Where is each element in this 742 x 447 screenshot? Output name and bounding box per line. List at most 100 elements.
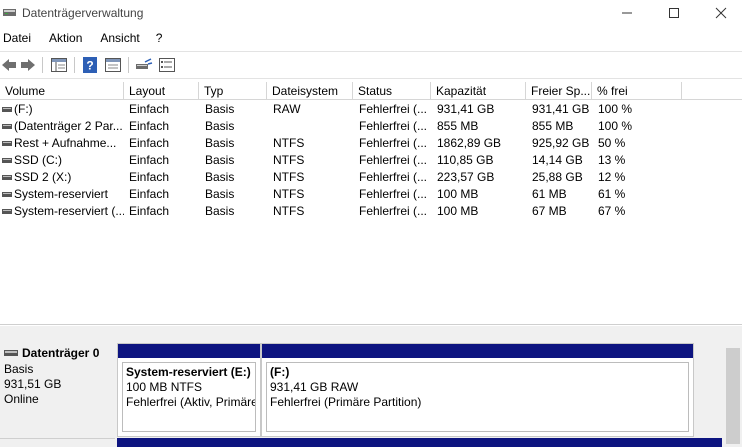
- kapazitaet-cell: 110,85 GB: [437, 153, 494, 167]
- scrollbar-thumb[interactable]: [726, 348, 740, 444]
- help-button[interactable]: ?: [81, 56, 99, 74]
- layout-cell: Einfach: [129, 204, 170, 218]
- column-header-kapazitaet[interactable]: Kapazität: [431, 82, 526, 100]
- maximize-icon: [669, 8, 679, 18]
- prozent-frei-cell: 13 %: [598, 153, 626, 167]
- close-button[interactable]: [698, 0, 742, 26]
- volume-icon: [2, 141, 12, 146]
- column-header-dateisystem[interactable]: Dateisystem: [267, 82, 353, 100]
- status-cell: Fehlerfrei (...: [359, 102, 428, 116]
- column-header-layout[interactable]: Layout: [124, 82, 199, 100]
- column-header-empty: [682, 82, 742, 100]
- table-row[interactable]: Rest + Aufnahme... Einfach Basis NTFS Fehler…: [0, 135, 742, 152]
- menu-datei[interactable]: Datei: [0, 29, 38, 49]
- layout-cell: Einfach: [129, 170, 170, 184]
- console-tree-button[interactable]: [50, 56, 68, 74]
- prozent-frei-cell: 50 %: [598, 136, 626, 150]
- kapazitaet-cell: 223,57 GB: [437, 170, 495, 184]
- dateisystem-cell: NTFS: [273, 136, 305, 150]
- kapazitaet-cell: 931,41 GB: [437, 102, 495, 116]
- disk-0-info[interactable]: Datenträger 0 Basis 931,51 GB Online: [0, 336, 115, 439]
- status-cell: Fehlerfrei (...: [359, 136, 428, 150]
- layout-cell: Einfach: [129, 102, 170, 116]
- column-header-prozent-frei[interactable]: % frei: [592, 82, 682, 100]
- volume-cell: SSD 2 (X:): [14, 170, 72, 184]
- kapazitaet-cell: 100 MB: [437, 204, 479, 218]
- layout-cell: Einfach: [129, 119, 170, 133]
- properties-button[interactable]: [104, 56, 122, 74]
- layout-cell: Einfach: [129, 153, 170, 167]
- menu-aktion[interactable]: Aktion: [46, 29, 89, 49]
- freier-speicher-cell: 67 MB: [532, 204, 567, 218]
- dateisystem-cell: RAW: [273, 102, 301, 116]
- disk-0-name: Datenträger 0: [22, 346, 100, 360]
- disk-graphical-view: Datenträger 0 Basis 931,51 GB Online Sys…: [0, 326, 742, 447]
- volume-icon: [2, 107, 12, 112]
- disk-1-partition-bar[interactable]: [117, 438, 722, 447]
- partition-system-reserviert[interactable]: System-reserviert (E:) 100 MB NTFS Fehle…: [117, 343, 261, 437]
- partition-size-fs: 931,41 GB RAW: [270, 380, 359, 394]
- dateisystem-cell: [273, 118, 353, 135]
- table-row[interactable]: (F:) Einfach Basis RAW Fehlerfrei (... 931,41…: [0, 101, 742, 118]
- kapazitaet-cell: 855 MB: [437, 119, 479, 133]
- prozent-frei-cell: 12 %: [598, 170, 626, 184]
- list-view-button[interactable]: [158, 56, 176, 74]
- title-bar: Datenträgerverwaltung: [0, 0, 742, 28]
- minimize-button[interactable]: [604, 0, 650, 26]
- kapazitaet-cell: 100 MB: [437, 187, 479, 201]
- column-header-typ[interactable]: Typ: [199, 82, 267, 100]
- disk-0-state: Online: [4, 392, 39, 406]
- disk-view-scrollbar[interactable]: [724, 326, 742, 447]
- dateisystem-cell: NTFS: [273, 153, 305, 167]
- status-cell: Fehlerfrei (...: [359, 170, 428, 184]
- table-row[interactable]: System-reserviert (... Einfach Basis NTFS Fe…: [0, 203, 742, 220]
- toolbar-separator: [42, 57, 43, 73]
- maximize-button[interactable]: [651, 0, 697, 26]
- disk-icon: [4, 350, 18, 356]
- back-icon: [2, 59, 16, 71]
- menu-help[interactable]: ?: [153, 29, 170, 49]
- console-tree-icon: [51, 58, 67, 72]
- table-row[interactable]: SSD (C:) Einfach Basis NTFS Fehlerfrei (... 1…: [0, 152, 742, 169]
- window-title: Datenträgerverwaltung: [22, 6, 144, 20]
- volume-cell: SSD (C:): [14, 153, 62, 167]
- column-header-freier-speicher[interactable]: Freier Sp...: [526, 82, 592, 100]
- prozent-frei-cell: 67 %: [598, 204, 626, 218]
- forward-button[interactable]: [19, 56, 37, 74]
- toolbar-separator: [128, 57, 129, 73]
- menu-ansicht[interactable]: Ansicht: [97, 29, 146, 49]
- volume-cell: System-reserviert: [14, 187, 109, 201]
- menu-bar: Datei Aktion Ansicht ?: [0, 29, 742, 49]
- disk-0-size: 931,51 GB: [4, 377, 62, 391]
- freier-speicher-cell: 61 MB: [532, 187, 567, 201]
- rescan-icon: [136, 58, 153, 69]
- dateisystem-cell: NTFS: [273, 204, 305, 218]
- partition-f[interactable]: (F:) 931,41 GB RAW Fehlerfrei (Primäre P…: [261, 343, 694, 437]
- back-button[interactable]: [0, 56, 18, 74]
- partition-title: (F:): [270, 365, 290, 379]
- dateisystem-cell: NTFS: [273, 170, 305, 184]
- status-cell: Fehlerfrei (...: [359, 119, 428, 133]
- dateisystem-cell: NTFS: [273, 187, 305, 201]
- prozent-frei-cell: 100 %: [598, 102, 633, 116]
- table-row[interactable]: SSD 2 (X:) Einfach Basis NTFS Fehlerfrei (..…: [0, 169, 742, 186]
- volume-icon: [2, 192, 12, 197]
- typ-cell: Basis: [205, 170, 235, 184]
- partition-status: Fehlerfrei (Primäre Partition): [270, 395, 422, 409]
- volume-list: Volume Layout Typ Dateisystem Status Kap…: [0, 82, 742, 325]
- volume-cell: (F:): [14, 102, 33, 116]
- close-icon: [715, 7, 727, 19]
- freier-speicher-cell: 931,41 GB: [532, 102, 590, 116]
- table-row[interactable]: System-reserviert Einfach Basis NTFS Fehlerf…: [0, 186, 742, 203]
- typ-cell: Basis: [205, 204, 235, 218]
- typ-cell: Basis: [205, 136, 235, 150]
- rescan-button[interactable]: [135, 56, 153, 74]
- partition-status: Fehlerfrei (Aktiv, Primäre: [126, 395, 256, 409]
- column-header-volume[interactable]: Volume: [0, 82, 124, 100]
- disk-1-info[interactable]: [0, 438, 115, 447]
- column-header-status[interactable]: Status: [353, 82, 431, 100]
- typ-cell: Basis: [205, 119, 235, 133]
- partition-size-fs: 100 MB NTFS: [126, 380, 203, 394]
- minimize-icon: [622, 12, 632, 14]
- table-row[interactable]: (Datenträger 2 Par... Einfach Basis Fehlerf…: [0, 118, 742, 135]
